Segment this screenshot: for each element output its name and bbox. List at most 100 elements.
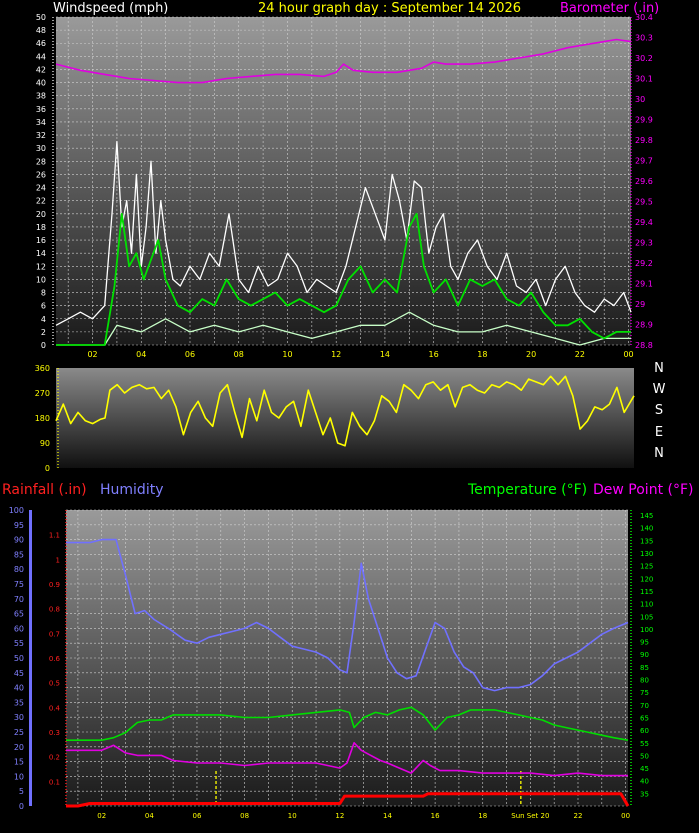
hour-tick-label: 18 [477, 350, 487, 359]
temperature-tick-label: 115 [640, 588, 653, 596]
direction-background [56, 368, 634, 468]
barometer-tick-label: 29.3 [635, 239, 653, 248]
temperature-tick-label: 60 [640, 727, 649, 735]
temperature-tick-label: 100 [640, 626, 653, 634]
humidity-tick-label: 30 [14, 713, 24, 722]
hour-tick-label: 16 [429, 350, 439, 359]
windspeed-tick-label: 24 [36, 184, 46, 193]
hour-tick-label: 22 [575, 350, 585, 359]
barometer-tick-label: 30.4 [635, 13, 653, 22]
temperature-tick-label: 140 [640, 525, 653, 533]
rainfall-tick-label: 1.1 [49, 532, 60, 540]
direction-tick-label: 180 [35, 414, 50, 423]
hour-tick-label: 20 [526, 350, 536, 359]
windspeed-tick-label: 12 [36, 262, 46, 271]
barometer-tick-label: 28.8 [635, 341, 653, 350]
barometer-tick-label: 29.5 [635, 198, 653, 207]
direction-tick-label: 0 [45, 464, 50, 473]
hour-tick-label: 08 [234, 350, 244, 359]
humidity-tick-label: 50 [14, 654, 24, 663]
rainfall-tick-label: 0.8 [49, 606, 60, 614]
windspeed-tick-label: 30 [36, 144, 46, 153]
temperature-tick-label: 135 [640, 537, 653, 545]
barometer-tick-label: 29.1 [635, 280, 653, 289]
windspeed-tick-label: 38 [36, 92, 46, 101]
windspeed-tick-label: 46 [36, 39, 46, 48]
hour-tick-label: 10 [288, 812, 297, 820]
windspeed-tick-label: 26 [36, 170, 46, 179]
barometer-tick-label: 28.9 [635, 321, 653, 330]
humidity-tick-label: 15 [14, 758, 24, 767]
temperature-tick-label: 40 [640, 778, 649, 786]
windspeed-tick-label: 36 [36, 105, 46, 114]
direction-tick-label: 90 [40, 439, 50, 448]
temperature-tick-label: 45 [640, 765, 649, 773]
humidity-tick-label: 40 [14, 684, 24, 693]
temperature-tick-label: 55 [640, 740, 649, 748]
rainfall-tick-label: 0.2 [49, 754, 60, 762]
barometer-tick-label: 30.3 [635, 34, 653, 43]
rainfall-tick-label: 0.3 [49, 729, 60, 737]
temperature-tick-label: 95 [640, 639, 649, 647]
humidity-tick-label: 5 [19, 787, 24, 796]
hour-tick-label: 00 [623, 350, 633, 359]
humidity-tick-label: 0 [19, 802, 24, 811]
hour-tick-label: 10 [282, 350, 292, 359]
barometer-tick-label: 29 [635, 300, 645, 309]
barometer-tick-label: 29.8 [635, 136, 653, 145]
hour-tick-label: 00 [621, 812, 630, 820]
windspeed-tick-label: 28 [36, 157, 46, 166]
humidity-tick-label: 60 [14, 624, 24, 633]
rainfall-tick-label: 0.9 [49, 581, 60, 589]
windspeed-tick-label: 42 [36, 65, 46, 74]
hour-tick-label: 02 [97, 812, 106, 820]
windspeed-tick-label: 0 [41, 341, 46, 350]
windspeed-tick-label: 50 [36, 13, 46, 22]
humidity-tick-label: 70 [14, 595, 24, 604]
humidity-tick-label: 85 [14, 550, 24, 559]
temperature-tick-label: 120 [640, 575, 653, 583]
windspeed-tick-label: 14 [36, 249, 46, 258]
barometer-tick-label: 29.6 [635, 177, 653, 186]
windspeed-tick-label: 32 [36, 131, 46, 140]
windspeed-tick-label: 34 [36, 118, 46, 127]
rainfall-tick-label: 0.5 [49, 680, 60, 688]
windspeed-tick-label: 16 [36, 236, 46, 245]
weather-graph: 0246810121416182022242628303234363840424… [9, 13, 654, 820]
hour-tick-label: 04 [145, 812, 154, 820]
rainfall-tick-label: 1 [56, 556, 60, 564]
humidity-tick-label: 75 [14, 580, 24, 589]
humidity-tick-label: 65 [14, 610, 24, 619]
hour-tick-label: 08 [240, 812, 249, 820]
barometer-tick-label: 29.7 [635, 157, 653, 166]
humidity-tick-label: 35 [14, 698, 24, 707]
barometer-tick-label: 30.2 [635, 54, 653, 63]
temperature-tick-label: 85 [640, 664, 649, 672]
hour-tick-label: 14 [383, 812, 392, 820]
windspeed-tick-label: 10 [36, 275, 46, 284]
windspeed-tick-label: 8 [41, 289, 46, 298]
barometer-tick-label: 29.4 [635, 218, 653, 227]
temperature-tick-label: 35 [640, 790, 649, 798]
barometer-tick-label: 30.1 [635, 75, 653, 84]
humidity-tick-label: 100 [9, 506, 24, 515]
temperature-tick-label: 75 [640, 689, 649, 697]
windspeed-tick-label: 4 [41, 315, 46, 324]
rainfall-tick-label: 0.4 [49, 704, 61, 712]
hour-tick-label: 16 [431, 812, 440, 820]
humidity-tick-label: 80 [14, 565, 24, 574]
hour-tick-label: 12 [335, 812, 344, 820]
humidity-tick-label: 10 [14, 772, 24, 781]
humidity-tick-label: 95 [14, 521, 24, 530]
direction-tick-label: 270 [35, 389, 50, 398]
rainfall-tick-label: 0.1 [49, 778, 60, 786]
windspeed-tick-label: 48 [36, 26, 46, 35]
humidity-tick-label: 20 [14, 743, 24, 752]
hour-tick-label: 06 [193, 812, 202, 820]
windspeed-tick-label: 20 [36, 210, 46, 219]
windspeed-tick-label: 18 [36, 223, 46, 232]
temperature-tick-label: 50 [640, 752, 649, 760]
temperature-tick-label: 70 [640, 702, 649, 710]
hour-tick-label: 12 [331, 350, 341, 359]
windspeed-tick-label: 22 [36, 197, 46, 206]
